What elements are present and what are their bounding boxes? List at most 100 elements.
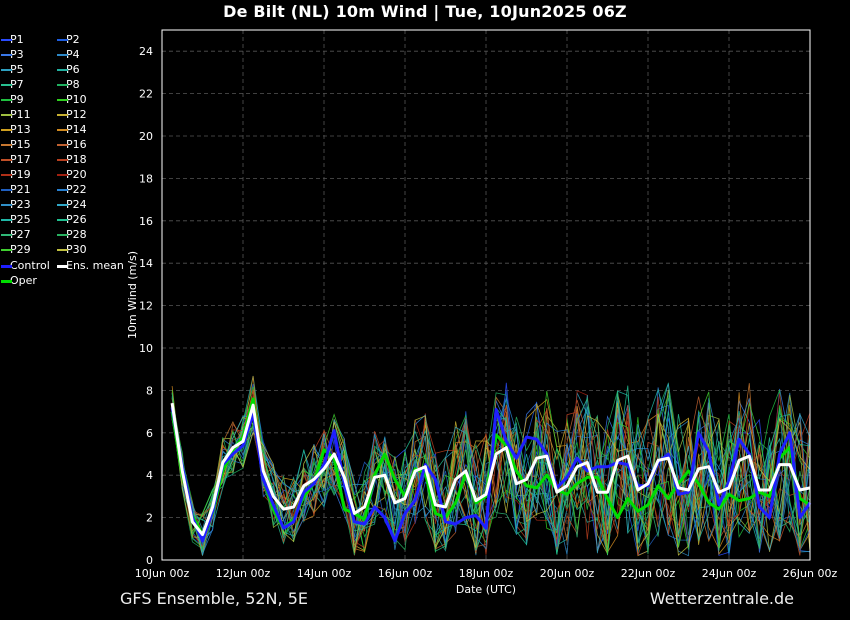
footer-brand: Wetterzentrale.de <box>649 589 794 608</box>
legend-label: P29 <box>10 243 31 256</box>
x-axis-label: Date (UTC) <box>456 583 516 596</box>
legend-label: P18 <box>66 153 87 166</box>
legend-item: P1 <box>1 33 24 47</box>
legend-label: P23 <box>10 198 31 211</box>
y-tick-label: 8 <box>146 384 153 397</box>
legend-label: P19 <box>10 168 31 181</box>
legend-item: P21 <box>1 183 31 197</box>
x-tick-labels: 10Jun 00z 12Jun 00z 14Jun 00z 16Jun 00z 18Ju… <box>135 567 838 580</box>
legend-swatch <box>1 219 12 221</box>
legend-swatch <box>1 204 12 206</box>
legend-item: P20 <box>57 168 87 182</box>
legend-swatch <box>1 280 12 283</box>
legend-label: P28 <box>66 228 87 241</box>
legend-label: P22 <box>66 183 87 196</box>
legend-swatch <box>57 174 68 176</box>
y-tick-label: 10 <box>139 342 153 355</box>
legend-item: P19 <box>1 168 31 182</box>
y-tick-label: 12 <box>139 300 153 313</box>
x-tick-label: 24Jun 00z <box>702 567 757 580</box>
legend-label: Control <box>10 259 50 272</box>
y-tick-label: 18 <box>139 172 153 185</box>
legend-swatch <box>57 159 68 161</box>
footer-source: GFS Ensemble, 52N, 5E <box>120 589 308 608</box>
legend-swatch <box>1 54 12 56</box>
legend-swatch <box>1 159 12 161</box>
legend-swatch <box>57 249 68 251</box>
legend-swatch <box>57 204 68 206</box>
x-tick-label: 22Jun 00z <box>621 567 676 580</box>
legend-label: P11 <box>10 108 31 121</box>
legend-item: P17 <box>1 153 31 167</box>
legend-item: P9 <box>1 93 24 107</box>
legend-item: P24 <box>57 198 87 212</box>
legend-item: P26 <box>57 213 87 227</box>
legend-item: P10 <box>57 93 87 107</box>
legend-swatch <box>57 129 68 131</box>
y-tick-label: 4 <box>146 469 153 482</box>
y-tick-label: 6 <box>146 427 153 440</box>
legend-item: P11 <box>1 108 31 122</box>
x-tick-label: 26Jun 00z <box>783 567 838 580</box>
legend-swatch <box>57 219 68 221</box>
legend-swatch <box>57 84 68 86</box>
y-tick-label: 16 <box>139 215 153 228</box>
legend-label: P6 <box>66 63 80 76</box>
legend-swatch <box>57 54 68 56</box>
legend-swatch <box>1 69 12 71</box>
legend-swatch <box>57 189 68 191</box>
legend-item: P8 <box>57 78 80 92</box>
wind-chart: 024681012141618202224 10Jun 00z 12Jun 00z… <box>126 29 838 596</box>
legend-swatch <box>1 84 12 86</box>
legend-label: P8 <box>66 78 80 91</box>
y-tick-label: 2 <box>146 512 153 525</box>
legend-label: P2 <box>66 33 80 46</box>
x-tick-label: 18Jun 00z <box>459 567 514 580</box>
legend-label: P20 <box>66 168 87 181</box>
legend-item: Control <box>1 259 50 273</box>
legend-swatch <box>1 39 12 41</box>
legend-item: P28 <box>57 228 87 242</box>
legend-swatch <box>1 174 12 176</box>
legend-label: P4 <box>66 48 80 61</box>
legend-item: P7 <box>1 78 24 92</box>
x-tick-label: 20Jun 00z <box>540 567 595 580</box>
legend-swatch <box>57 234 68 236</box>
x-tick-label: 16Jun 00z <box>378 567 433 580</box>
legend-swatch <box>1 144 12 146</box>
y-tick-label: 20 <box>139 130 153 143</box>
legend-label: P26 <box>66 213 87 226</box>
legend-label: P12 <box>66 108 87 121</box>
legend-item: P3 <box>1 48 24 62</box>
legend-label: P27 <box>10 228 31 241</box>
legend-item: P15 <box>1 138 31 152</box>
legend-label: P1 <box>10 33 24 46</box>
legend-label: Ens. mean <box>66 259 124 272</box>
legend-label: P17 <box>10 153 31 166</box>
legend-item: Ens. mean <box>57 259 124 273</box>
legend-item: P25 <box>1 213 31 227</box>
legend-label: P3 <box>10 48 24 61</box>
y-tick-label: 14 <box>139 257 153 270</box>
legend-label: P15 <box>10 138 31 151</box>
y-tick-label: 0 <box>146 554 153 567</box>
legend-swatch <box>1 99 12 101</box>
legend-item: P2 <box>57 33 80 47</box>
legend-item: P4 <box>57 48 80 62</box>
legend-swatch <box>57 114 68 116</box>
legend-item: P29 <box>1 243 31 257</box>
legend-item: P14 <box>57 123 87 137</box>
legend-swatch <box>57 39 68 41</box>
legend-label: P16 <box>66 138 87 151</box>
legend-label: P24 <box>66 198 87 211</box>
legend-item: P6 <box>57 63 80 77</box>
legend-swatch <box>1 234 12 236</box>
x-tick-label: 14Jun 00z <box>297 567 352 580</box>
legend-label: P21 <box>10 183 31 196</box>
legend-swatch <box>57 144 68 146</box>
legend-item: P23 <box>1 198 31 212</box>
y-axis-label: 10m Wind (m/s) <box>126 251 139 339</box>
legend-label: P30 <box>66 243 87 256</box>
legend-item: P5 <box>1 63 24 77</box>
legend-item: P12 <box>57 108 87 122</box>
